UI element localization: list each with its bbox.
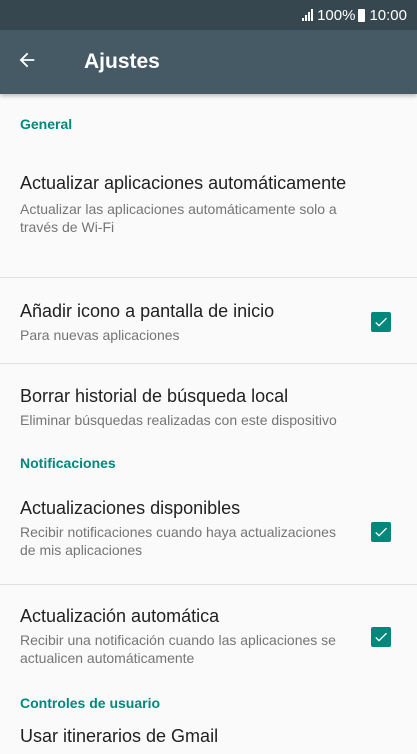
setting-subtitle: Para nuevas aplicaciones <box>20 327 180 343</box>
status-bar: 100% 10:00 <box>0 0 417 30</box>
check-icon <box>375 632 387 642</box>
setting-gmail-itineraries[interactable]: Usar itinerarios de Gmail <box>0 714 417 754</box>
section-header-user-controls: Controles de usuario <box>20 695 161 711</box>
checkbox-checked[interactable] <box>371 312 391 332</box>
setting-auto-update-notification[interactable]: Actualización automática Recibir una not… <box>0 585 417 693</box>
setting-subtitle: Eliminar búsquedas realizadas con este d… <box>20 412 337 428</box>
check-icon <box>375 527 387 537</box>
checkbox-checked[interactable] <box>371 522 391 542</box>
settings-list: General Actualizar aplicaciones automáti… <box>0 94 417 754</box>
setting-title: Añadir icono a pantalla de inicio <box>20 301 275 321</box>
app-bar: Ajustes <box>0 30 417 94</box>
setting-auto-update-apps[interactable]: Actualizar aplicaciones automáticamente … <box>0 133 417 277</box>
setting-add-home-icon[interactable]: Añadir icono a pantalla de inicio Para n… <box>0 278 417 363</box>
setting-title: Actualizar aplicaciones automáticamente <box>20 173 347 193</box>
section-header-notifications: Notificaciones <box>20 455 116 471</box>
setting-title: Actualizaciones disponibles <box>20 498 241 518</box>
setting-title: Borrar historial de búsqueda local <box>20 386 289 406</box>
setting-subtitle: Actualizar las aplicaciones automáticame… <box>20 201 337 235</box>
setting-subtitle: Recibir notificaciones cuando haya actua… <box>20 524 336 558</box>
clock: 10:00 <box>369 6 407 24</box>
page-title: Ajustes <box>84 50 160 73</box>
battery-percent: 100% <box>317 6 356 24</box>
signal-icon <box>302 9 314 21</box>
setting-subtitle: Recibir una notificación cuando las apli… <box>20 632 336 666</box>
arrow-left-icon[interactable] <box>16 49 40 76</box>
battery-icon <box>358 8 366 22</box>
section-header-general: General <box>20 116 73 132</box>
setting-title: Actualización automática <box>20 606 220 626</box>
setting-title: Usar itinerarios de Gmail <box>20 726 219 746</box>
setting-clear-search-history[interactable]: Borrar historial de búsqueda local Elimi… <box>0 364 417 444</box>
check-icon <box>375 317 387 327</box>
checkbox-checked[interactable] <box>371 627 391 647</box>
setting-available-updates[interactable]: Actualizaciones disponibles Recibir noti… <box>0 478 417 584</box>
